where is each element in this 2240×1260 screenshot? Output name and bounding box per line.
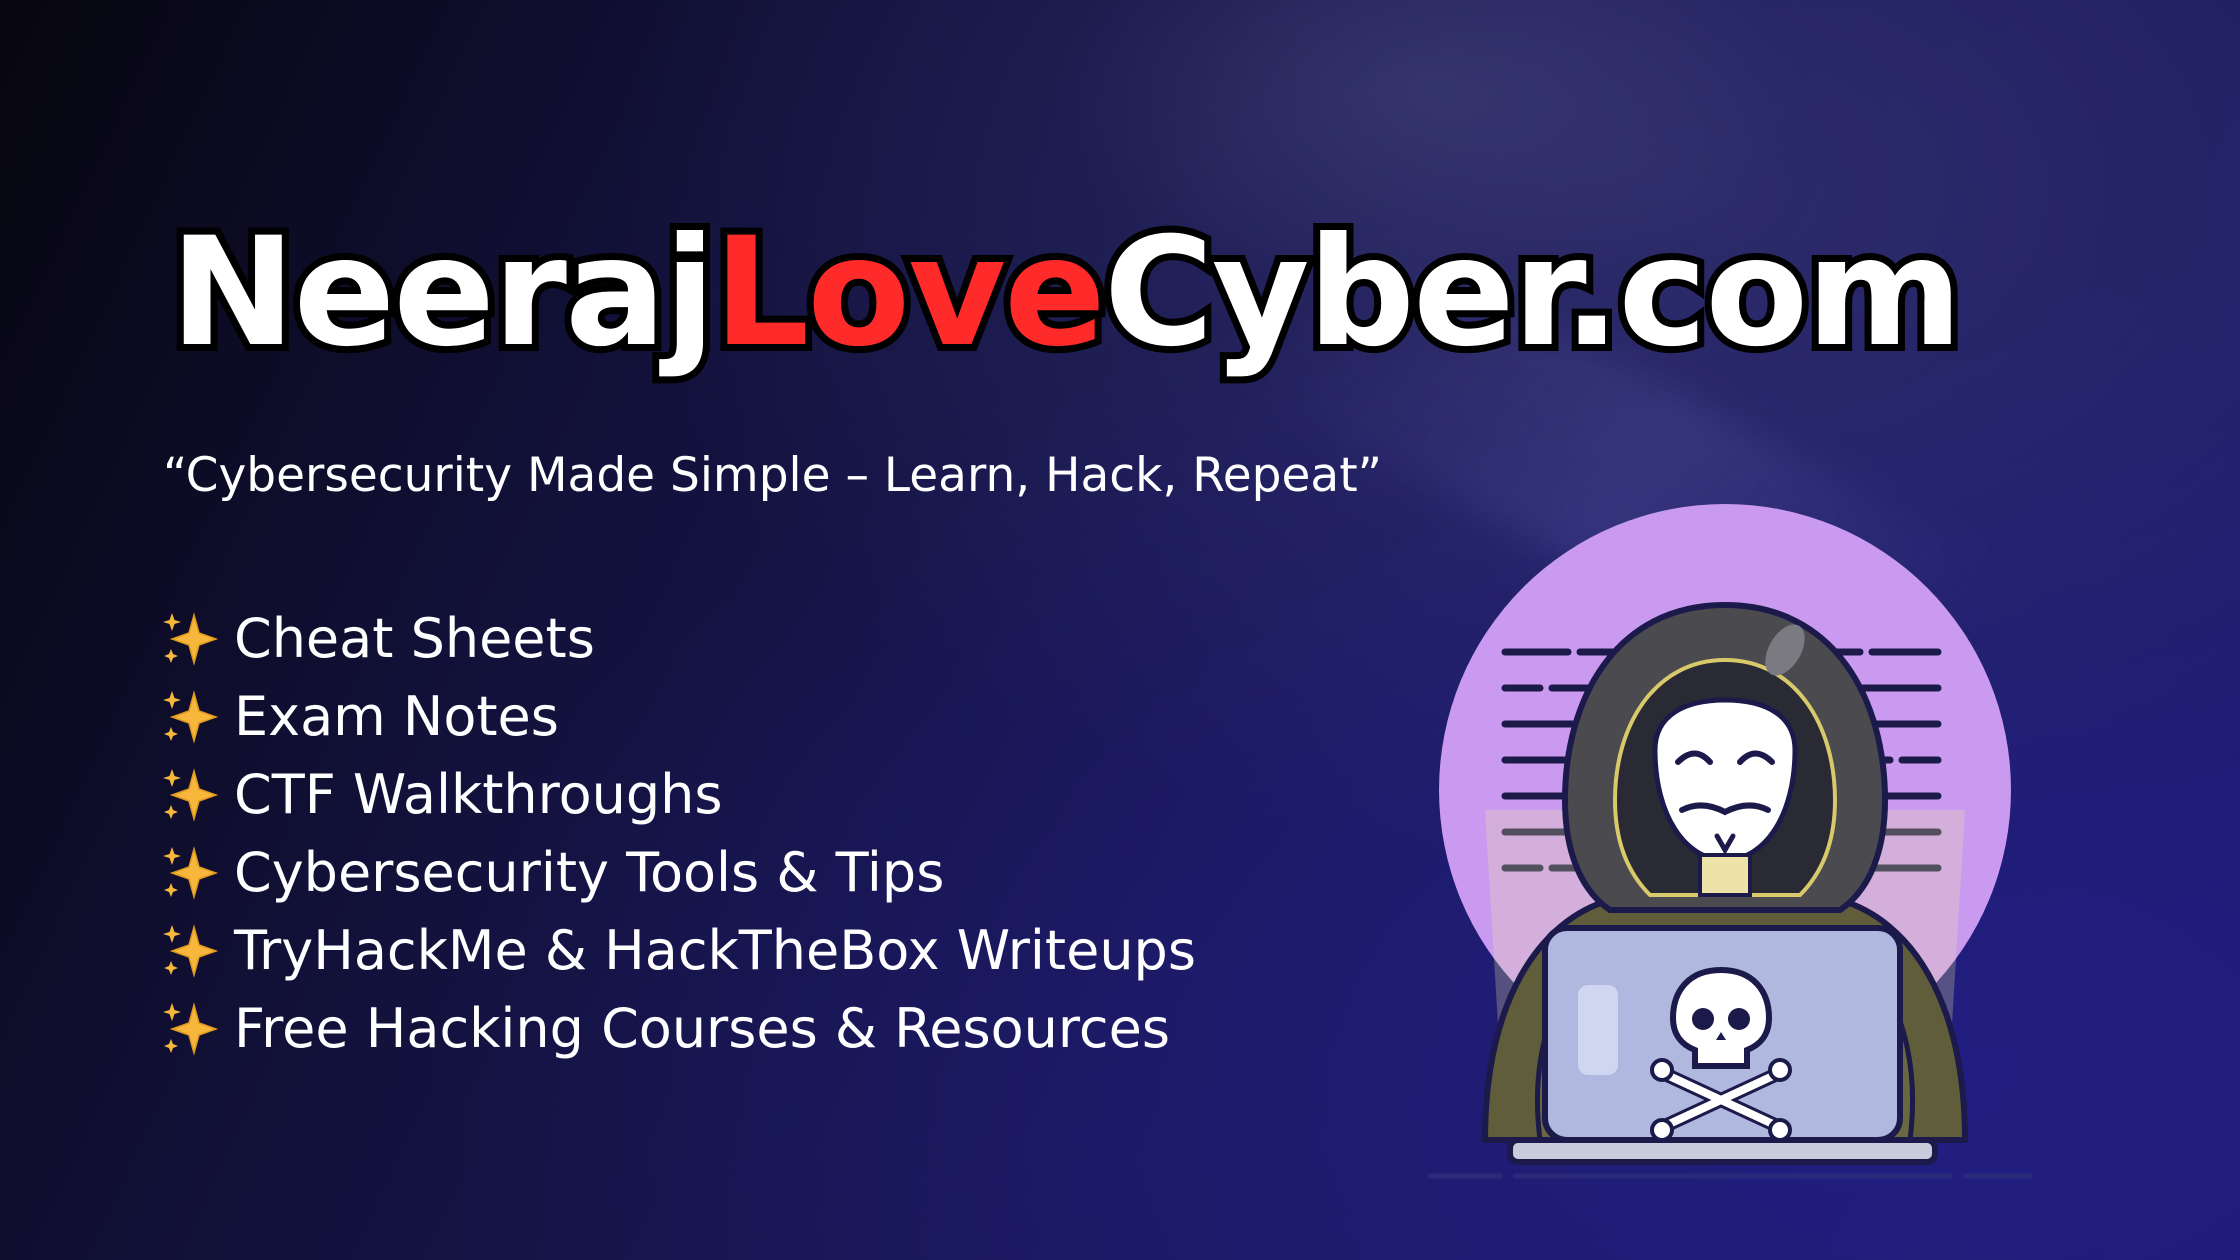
feature-label: TryHackMe & HackTheBox Writeups <box>234 919 1196 982</box>
feature-item: TryHackMe & HackTheBox Writeups <box>160 912 1196 990</box>
sparkles-icon <box>163 846 219 900</box>
tagline: “Cybersecurity Made Simple – Learn, Hack… <box>163 448 1382 503</box>
feature-label: Cybersecurity Tools & Tips <box>234 841 945 904</box>
neck <box>1698 853 1752 897</box>
feature-label: Free Hacking Courses & Resources <box>234 997 1170 1060</box>
brand-part-neeraj: Neeraj <box>163 206 723 380</box>
sparkles-icon <box>163 924 219 978</box>
sparkles-icon <box>163 1002 219 1056</box>
feature-label: CTF Walkthroughs <box>234 763 723 826</box>
feature-list: Cheat Sheets Exam Notes CTF Walkthroughs… <box>160 600 1196 1068</box>
feature-item: Cheat Sheets <box>160 600 1196 678</box>
brand-title: NeerajLoveCyber.com <box>163 211 1970 375</box>
feature-item: Cybersecurity Tools & Tips <box>160 834 1196 912</box>
laptop-base <box>1507 1137 1938 1165</box>
feature-label: Exam Notes <box>234 685 559 748</box>
brand-part-love: Love <box>707 206 1113 380</box>
brand-part-cyber: Cyber.com <box>1097 206 1970 380</box>
sparkles-icon <box>163 612 219 666</box>
sparkles-icon <box>163 768 219 822</box>
feature-item: CTF Walkthroughs <box>160 756 1196 834</box>
feature-label: Cheat Sheets <box>234 607 595 670</box>
hooded-hacker-illustration <box>1427 504 2033 1179</box>
feature-item: Exam Notes <box>160 678 1196 756</box>
sparkles-icon <box>163 690 219 744</box>
feature-item: Free Hacking Courses & Resources <box>160 990 1196 1068</box>
laptop-screen-shine <box>1578 985 1618 1075</box>
